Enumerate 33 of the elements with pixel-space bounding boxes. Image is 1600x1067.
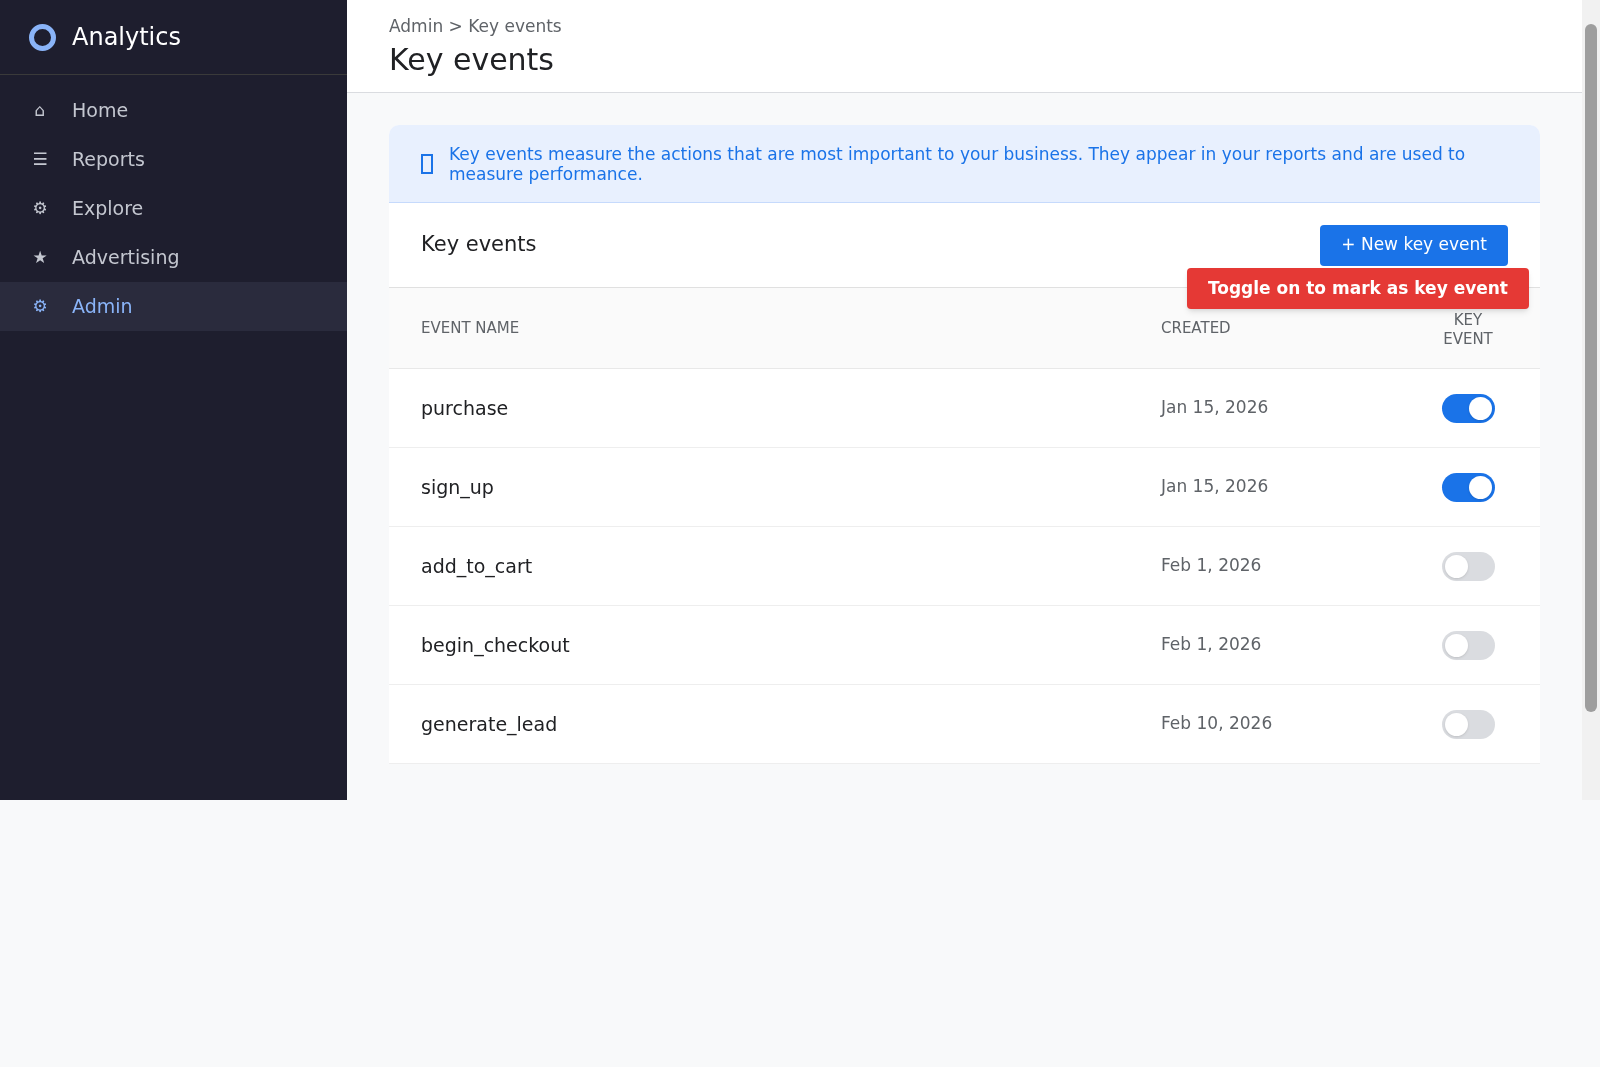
sidebar-item[interactable]: ☰ Reports bbox=[0, 135, 347, 184]
toggle-switch[interactable] bbox=[1441, 630, 1495, 660]
sidebar-item[interactable]: ⚙ Admin bbox=[0, 282, 347, 331]
toggle-switch[interactable] bbox=[1441, 709, 1495, 739]
column-header: KEY EVENT bbox=[1442, 310, 1494, 349]
event-name: begin_checkout bbox=[421, 632, 571, 659]
created-date: Jan 15, 2026 bbox=[1161, 475, 1270, 499]
page-title: Key events bbox=[389, 40, 555, 79]
scrollbar[interactable] bbox=[1582, 0, 1600, 800]
sidebar-item[interactable]: ⌂ Home bbox=[0, 86, 347, 135]
logo-icon bbox=[29, 23, 56, 51]
banner-text: Key events measure the actions that are most important to your business. They appear in your reports and are used to measure performance. bbox=[449, 143, 1467, 184]
brand-name: Analytics bbox=[72, 22, 181, 53]
event-name: purchase bbox=[421, 395, 510, 421]
column-header: CREATED bbox=[1161, 317, 1232, 339]
created-date: Feb 10, 2026 bbox=[1161, 712, 1274, 736]
breadcrumb: Admin > Key events bbox=[389, 15, 563, 38]
toggle-switch[interactable] bbox=[1441, 551, 1495, 581]
created-date: Feb 1, 2026 bbox=[1161, 554, 1263, 578]
created-date: Feb 1, 2026 bbox=[1161, 633, 1263, 657]
event-name: add_to_cart bbox=[421, 553, 534, 580]
created-date: Jan 15, 2026 bbox=[1161, 396, 1270, 420]
sidebar-item[interactable]: ★ Advertising bbox=[0, 233, 347, 282]
tooltip: Toggle on to mark as key event bbox=[1186, 268, 1529, 309]
sidebar-item[interactable]: ⚙ Explore bbox=[0, 184, 347, 233]
box-icon bbox=[421, 153, 433, 174]
card-title: Key events bbox=[421, 231, 537, 259]
column-header: EVENT NAME bbox=[421, 317, 521, 339]
toggle-switch[interactable] bbox=[1441, 393, 1495, 423]
event-name: generate_lead bbox=[421, 711, 559, 738]
new-key-event-button[interactable]: + New key event bbox=[1320, 224, 1508, 266]
event-name: sign_up bbox=[421, 474, 495, 501]
toggle-switch[interactable] bbox=[1441, 472, 1495, 502]
